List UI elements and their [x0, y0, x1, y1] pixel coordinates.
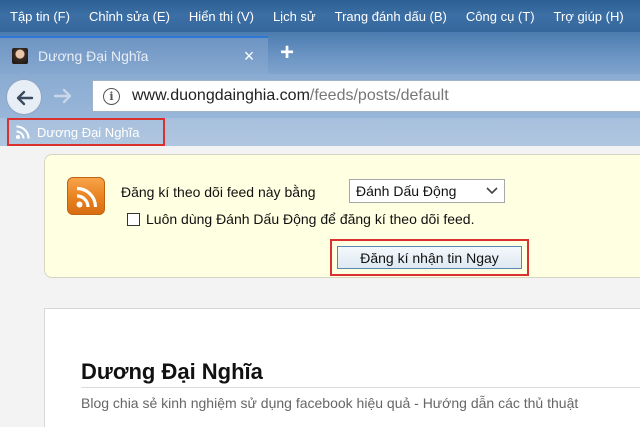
new-tab-button[interactable]: + [280, 40, 294, 66]
feed-subscribe-panel: Đăng kí theo dõi feed này bằng Đánh Dấu … [44, 154, 640, 278]
always-use-row: Luôn dùng Đánh Dấu Động để đăng kí theo … [127, 211, 474, 227]
rss-icon [76, 186, 98, 208]
menu-bookmarks[interactable]: Trang đánh dấu (B) [335, 9, 447, 24]
always-use-label[interactable]: Luôn dùng Đánh Dấu Động để đăng kí theo … [146, 211, 474, 227]
menu-view[interactable]: Hiển thị (V) [189, 9, 254, 24]
tab-strip: Dương Đại Nghĩa × + [0, 32, 640, 74]
feed-reader-selected: Đánh Dấu Động [356, 183, 457, 199]
url-text[interactable]: www.duongdainghia.com/feeds/posts/defaul… [132, 87, 449, 105]
subscribe-now-button[interactable]: Đăng kí nhận tin Ngay [337, 246, 522, 269]
subscribe-prompt: Đăng kí theo dõi feed này bằng [121, 184, 316, 200]
info-icon[interactable]: i [103, 87, 120, 105]
url-domain: www.duongdainghia.com [132, 87, 310, 104]
menu-bar: Tập tin (F) Chỉnh sửa (E) Hiển thị (V) L… [0, 0, 640, 32]
bookmark-item-live-feed[interactable]: Dương Đại Nghĩa [7, 118, 165, 146]
close-tab-icon[interactable]: × [236, 46, 262, 67]
arrow-left-icon [16, 90, 34, 106]
subscribe-button-highlight: Đăng kí nhận tin Ngay [330, 239, 529, 276]
feed-subtitle: Blog chia sẻ kinh nghiệm sử dụng faceboo… [81, 395, 579, 411]
menu-help[interactable]: Trợ giúp (H) [554, 9, 624, 24]
tab-active[interactable]: Dương Đại Nghĩa × [0, 36, 268, 74]
navigation-bar: i www.duongdainghia.com/feeds/posts/defa… [0, 74, 640, 118]
bookmark-label: Dương Đại Nghĩa [37, 124, 140, 140]
site-favicon-icon [12, 48, 28, 64]
tab-title: Dương Đại Nghĩa [38, 48, 149, 64]
rss-feed-icon [67, 177, 105, 215]
rss-icon [16, 125, 30, 139]
menu-edit[interactable]: Chỉnh sửa (E) [89, 9, 170, 24]
url-path: /feeds/posts/default [309, 87, 449, 104]
menu-history[interactable]: Lịch sử [273, 9, 316, 24]
divider [81, 387, 640, 388]
chevron-down-icon [486, 187, 498, 195]
back-button[interactable] [6, 79, 42, 115]
menu-file[interactable]: Tập tin (F) [10, 9, 70, 24]
feed-title: Dương Đại Nghĩa [81, 359, 263, 384]
menu-tools[interactable]: Công cụ (T) [466, 9, 535, 24]
page-content: Đăng kí theo dõi feed này bằng Đánh Dấu … [0, 146, 640, 427]
always-use-checkbox[interactable] [127, 212, 140, 226]
bookmarks-toolbar: Dương Đại Nghĩa [0, 118, 640, 146]
feed-reader-select[interactable]: Đánh Dấu Động [349, 179, 505, 203]
forward-button[interactable] [52, 86, 74, 106]
url-bar[interactable]: i www.duongdainghia.com/feeds/posts/defa… [92, 80, 640, 112]
feed-content-card: Dương Đại Nghĩa Blog chia sẻ kinh nghiệm… [44, 308, 640, 427]
